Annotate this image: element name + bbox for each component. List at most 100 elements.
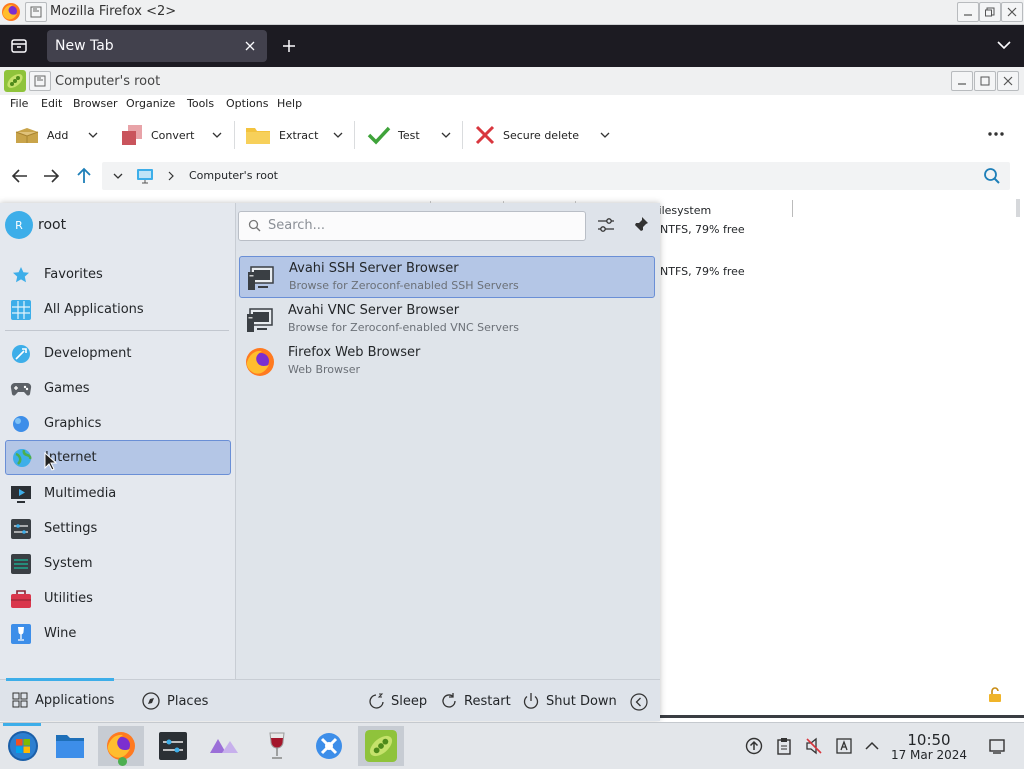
test-button[interactable]: Test	[367, 122, 420, 148]
leave-arrow-icon[interactable]	[630, 693, 648, 711]
history-dropdown-chevron-icon[interactable]	[113, 172, 123, 180]
up-arrow-icon[interactable]	[76, 167, 92, 185]
list-row-filesystem[interactable]: NTFS, 79% free	[660, 223, 745, 236]
development-icon	[10, 343, 32, 365]
peazip-app-icon	[4, 70, 26, 92]
convert-button[interactable]: Convert	[121, 122, 195, 148]
scrollbar-thumb[interactable]	[1016, 199, 1020, 217]
taskbar-wine[interactable]	[254, 726, 300, 766]
maximize-button[interactable]	[974, 71, 996, 91]
launcher-search-input[interactable]: Search...	[238, 211, 586, 241]
keyboard-layout-icon[interactable]	[835, 737, 853, 755]
badge-plus-icon	[118, 757, 127, 766]
extract-label: Extract	[279, 128, 319, 142]
restart-button[interactable]: Restart	[440, 692, 511, 710]
search-placeholder: Search...	[268, 218, 326, 233]
extract-button[interactable]: Extract	[245, 122, 318, 148]
gamepad-icon	[10, 378, 32, 400]
taskbar-discover[interactable]	[202, 726, 248, 766]
minimize-button[interactable]	[957, 2, 979, 22]
window-menu-button[interactable]	[25, 2, 47, 22]
tab-applications[interactable]: Applications	[12, 692, 114, 708]
firefox-view-icon[interactable]	[10, 37, 30, 55]
close-button[interactable]	[997, 71, 1019, 91]
clipboard-icon[interactable]	[775, 737, 793, 755]
add-dropdown-chevron-icon[interactable]	[88, 131, 98, 139]
menu-edit[interactable]: Edit	[41, 97, 62, 110]
delete-x-icon	[475, 125, 495, 145]
breadcrumb-computers-root[interactable]: Computer's root	[189, 169, 278, 182]
category-internet[interactable]: Internet	[5, 440, 231, 475]
power-icon	[522, 692, 540, 710]
minimize-button[interactable]	[951, 71, 973, 91]
menu-tools[interactable]: Tools	[187, 97, 214, 110]
search-icon[interactable]	[983, 167, 1001, 185]
show-desktop-icon[interactable]	[988, 737, 1006, 755]
extract-dropdown-chevron-icon[interactable]	[333, 131, 343, 139]
sleep-button[interactable]: Sleep	[368, 692, 427, 710]
wine-glass-icon	[266, 731, 288, 761]
start-menu-button[interactable]	[0, 726, 46, 766]
unlock-icon[interactable]	[988, 687, 1002, 703]
list-row-filesystem[interactable]: NTFS, 79% free	[660, 265, 745, 278]
shutdown-button[interactable]: Shut Down	[522, 692, 617, 710]
clock-date[interactable]: 17 Mar 2024	[888, 748, 970, 762]
clock-time[interactable]: 10:50	[888, 731, 970, 749]
category-settings[interactable]: Settings	[5, 512, 229, 545]
taskbar-firefox[interactable]	[98, 726, 144, 766]
window-menu-button[interactable]	[29, 71, 51, 91]
test-dropdown-chevron-icon[interactable]	[441, 131, 451, 139]
menu-file[interactable]: File	[10, 97, 28, 110]
menu-options[interactable]: Options	[226, 97, 268, 110]
category-utilities[interactable]: Utilities	[5, 582, 229, 615]
maximize-button[interactable]	[979, 2, 1001, 22]
taskbar-peazip[interactable]	[358, 726, 404, 766]
close-button[interactable]	[1001, 2, 1023, 22]
update-notifier-icon[interactable]	[745, 737, 763, 755]
mouse-pointer-icon	[44, 452, 58, 472]
tab-close-icon[interactable]	[244, 40, 256, 52]
category-games[interactable]: Games	[5, 372, 229, 405]
category-favorites[interactable]: Favorites	[5, 258, 229, 291]
secure-delete-dropdown-chevron-icon[interactable]	[600, 131, 610, 139]
menu-organize[interactable]: Organize	[126, 97, 175, 110]
configure-sliders-icon[interactable]	[597, 216, 615, 234]
menu-help[interactable]: Help	[277, 97, 302, 110]
more-options-icon[interactable]	[987, 131, 1005, 137]
tray-expand-chevron-icon[interactable]	[863, 737, 881, 755]
star-icon	[10, 264, 32, 286]
peazip-menubar: File Edit Browser Organize Tools Options…	[0, 95, 1024, 115]
tab-new-tab[interactable]: New Tab	[47, 30, 267, 62]
new-tab-plus-icon[interactable]	[281, 38, 297, 54]
search-icon	[248, 219, 261, 232]
app-item-firefox[interactable]: Firefox Web Browser Web Browser	[239, 341, 653, 381]
checkmark-icon	[367, 125, 391, 145]
avatar[interactable]: R	[5, 211, 33, 239]
back-arrow-icon[interactable]	[11, 168, 29, 184]
pin-icon[interactable]	[631, 216, 649, 234]
category-multimedia[interactable]: Multimedia	[5, 477, 229, 510]
taskbar-network-app[interactable]	[306, 726, 352, 766]
secure-delete-button[interactable]: Secure delete	[475, 122, 579, 148]
app-description: Web Browser	[288, 363, 361, 376]
list-all-tabs-chevron-icon[interactable]	[996, 39, 1012, 51]
forward-arrow-icon[interactable]	[42, 168, 60, 184]
category-system[interactable]: System	[5, 547, 229, 580]
category-development[interactable]: Development	[5, 337, 229, 370]
volume-muted-icon[interactable]	[805, 737, 823, 755]
column-header-filesystem[interactable]: Filesystem	[653, 204, 711, 217]
app-item-avahi-ssh[interactable]: Avahi SSH Server Browser Browse for Zero…	[239, 256, 655, 298]
taskbar-file-manager[interactable]	[47, 726, 93, 766]
convert-dropdown-chevron-icon[interactable]	[212, 131, 222, 139]
add-button[interactable]: Add	[14, 122, 68, 148]
category-graphics[interactable]: Graphics	[5, 407, 229, 440]
tab-places[interactable]: Places	[142, 692, 208, 710]
category-all-applications[interactable]: All Applications	[5, 293, 229, 326]
application-launcher: R root Favorites All Applications Develo…	[0, 203, 660, 721]
menu-browser[interactable]: Browser	[73, 97, 118, 110]
category-wine[interactable]: Wine	[5, 617, 229, 650]
taskbar-system-settings[interactable]	[150, 726, 196, 766]
path-bar[interactable]: Computer's root	[102, 162, 1010, 190]
app-item-avahi-vnc[interactable]: Avahi VNC Server Browser Browse for Zero…	[239, 299, 653, 339]
category-label: Wine	[44, 626, 77, 641]
